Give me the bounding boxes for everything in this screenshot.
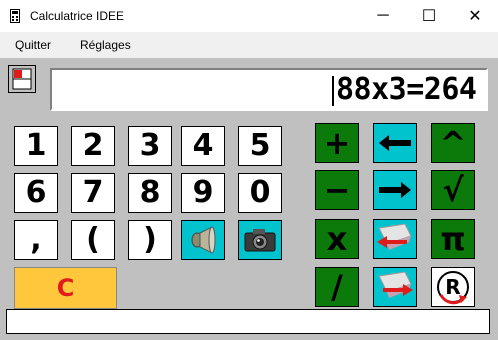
key-0[interactable]: 0 (238, 173, 282, 213)
key-9[interactable]: 9 (181, 173, 225, 213)
camera-button[interactable] (238, 220, 282, 260)
speaker-icon (191, 226, 216, 254)
cursor-left-button[interactable] (373, 123, 417, 163)
erase-back-icon (377, 223, 412, 250)
key-comma[interactable]: , (14, 220, 58, 260)
recall-button[interactable]: R (431, 267, 475, 307)
erase-forward-icon (378, 271, 413, 298)
menu-settings[interactable]: Réglages (80, 38, 131, 52)
window-title: Calculatrice IDEE (30, 9, 125, 23)
clear-button[interactable]: C (14, 267, 117, 309)
key-2[interactable]: 2 (71, 126, 115, 166)
text-cursor (332, 76, 334, 106)
key-5[interactable]: 5 (238, 126, 282, 166)
camera-icon (244, 229, 276, 252)
svg-text:R: R (445, 275, 460, 299)
key-open-paren[interactable]: ( (71, 220, 115, 260)
key-1[interactable]: 1 (14, 126, 58, 166)
key-8[interactable]: 8 (128, 173, 172, 213)
calculator-icon (10, 9, 20, 23)
plus-button[interactable]: + (315, 123, 359, 163)
arrow-left-icon (379, 135, 411, 151)
maximize-icon: ☐ (421, 8, 437, 25)
key-3[interactable]: 3 (128, 126, 172, 166)
result-display: 88x3=264 (50, 68, 488, 111)
root-button[interactable]: √ (431, 170, 475, 210)
maximize-button[interactable]: ☐ (406, 0, 452, 32)
memory-icon (12, 68, 32, 90)
key-4[interactable]: 4 (181, 126, 225, 166)
power-button[interactable]: ^ (431, 123, 475, 163)
display-text: 88x3=264 (336, 72, 477, 107)
memory-toggle-button[interactable] (8, 65, 36, 93)
minimize-icon: ─ (377, 7, 389, 24)
arrow-right-icon (379, 182, 411, 198)
key-6[interactable]: 6 (14, 173, 58, 213)
key-7[interactable]: 7 (71, 173, 115, 213)
close-button[interactable]: ✕ (452, 0, 498, 32)
divide-button[interactable]: / (315, 267, 359, 307)
menu-bar: Quitter Réglages (0, 32, 498, 58)
erase-back-button[interactable] (373, 219, 417, 259)
recall-icon: R (437, 271, 469, 305)
key-close-paren[interactable]: ) (128, 220, 172, 260)
pi-button[interactable]: π (431, 219, 475, 259)
title-bar: Calculatrice IDEE ─ ☐ ✕ (0, 0, 498, 32)
cursor-right-button[interactable] (373, 170, 417, 210)
multiply-button[interactable]: x (315, 219, 359, 259)
menu-quit[interactable]: Quitter (15, 38, 51, 52)
erase-forward-button[interactable] (373, 267, 417, 307)
close-icon: ✕ (468, 8, 482, 25)
minus-button[interactable]: − (315, 170, 359, 210)
status-bar (6, 309, 490, 334)
minimize-button[interactable]: ─ (360, 0, 406, 32)
sound-button[interactable] (181, 220, 225, 260)
